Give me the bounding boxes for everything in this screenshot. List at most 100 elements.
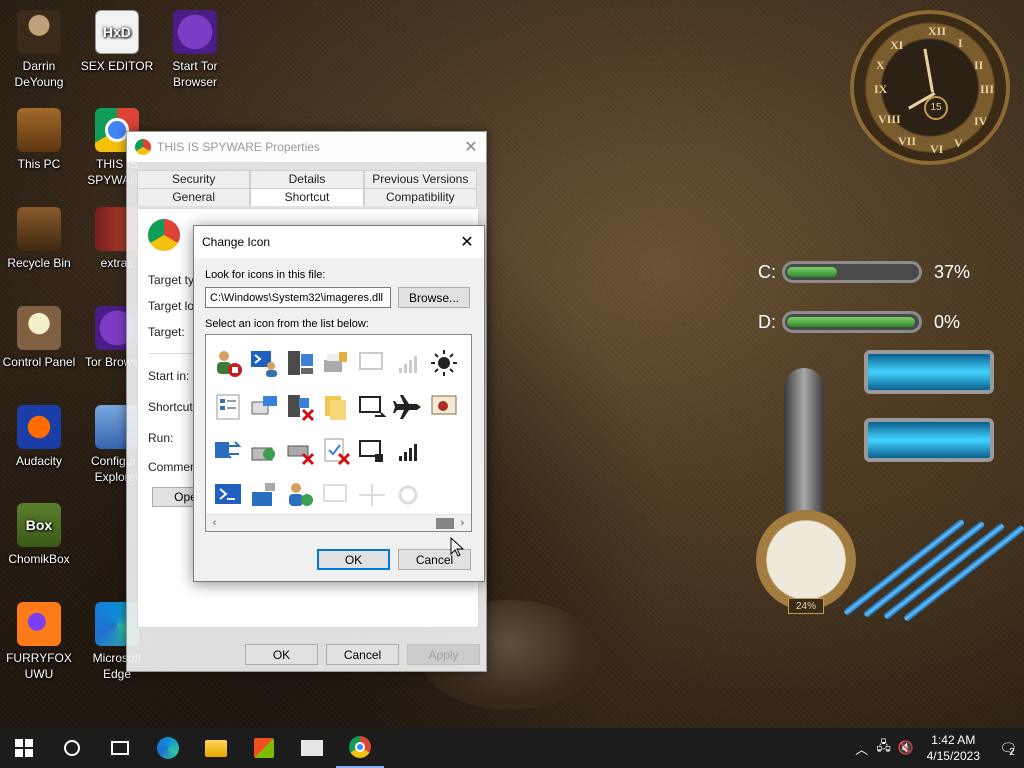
- scrollbar-thumb[interactable]: [436, 518, 454, 529]
- icon-option[interactable]: [246, 385, 282, 429]
- desktop-icon-label: FURRYFOX UWU: [6, 651, 72, 681]
- scroll-right-icon[interactable]: ›: [454, 515, 471, 531]
- icon-option[interactable]: [210, 473, 246, 517]
- desktop-icon-audacity[interactable]: Audacity: [0, 405, 78, 469]
- icon-option[interactable]: [354, 341, 390, 385]
- taskbar-mail[interactable]: [288, 728, 336, 768]
- tor-browser-icon: [173, 10, 217, 54]
- desktop-icon-label: Start Tor Browser: [172, 59, 218, 89]
- desktop-icon-label: Control Panel: [2, 355, 76, 369]
- apply-button[interactable]: Apply: [407, 644, 480, 665]
- icon-option[interactable]: [318, 473, 354, 517]
- icon-option[interactable]: [426, 385, 462, 429]
- icon-option[interactable]: [318, 429, 354, 473]
- icon-option[interactable]: [354, 429, 390, 473]
- tab-details[interactable]: Details: [250, 170, 364, 188]
- icon-option[interactable]: [426, 429, 462, 473]
- desktop-icon-darrin[interactable]: Darrin DeYoung: [0, 10, 78, 90]
- volume-muted-icon[interactable]: 🔇: [895, 740, 917, 756]
- date-text: 4/15/2023: [926, 749, 980, 763]
- desktop-icon-recycle-bin[interactable]: Recycle Bin: [0, 207, 78, 271]
- properties-titlebar[interactable]: THIS IS SPYWARE Properties ✕: [127, 132, 486, 162]
- signal-faded-icon: [399, 356, 417, 373]
- ok-button[interactable]: OK: [317, 549, 390, 570]
- icon-option[interactable]: [318, 385, 354, 429]
- icon-list-scrollbar[interactable]: ‹ ›: [206, 514, 471, 531]
- desktop-icon-hex-editor[interactable]: HxD SEX EDITOR: [78, 10, 156, 74]
- change-icon-titlebar[interactable]: Change Icon ✕: [194, 226, 484, 258]
- start-button[interactable]: [0, 728, 48, 768]
- desktop-icon-this-pc[interactable]: This PC: [0, 108, 78, 172]
- task-view-icon: [111, 741, 129, 755]
- icon-option[interactable]: [390, 341, 426, 385]
- icon-option[interactable]: [246, 429, 282, 473]
- icon-option[interactable]: [282, 473, 318, 517]
- network-icon[interactable]: 🖧: [873, 737, 895, 759]
- desktop-icon-label: This PC: [17, 157, 61, 171]
- icon-option[interactable]: [282, 429, 318, 473]
- taskbar-store[interactable]: [240, 728, 288, 768]
- look-for-icons-label: Look for icons in this file:: [205, 269, 326, 281]
- icon-option[interactable]: [390, 385, 426, 429]
- icon-option[interactable]: [210, 385, 246, 429]
- system-tray: ︿ 🖧 🔇 1:42 AM 4/15/2023 🗨 2: [851, 728, 1024, 768]
- taskbar-file-explorer[interactable]: [192, 728, 240, 768]
- drive-letter: D:: [758, 311, 776, 332]
- icon-option[interactable]: [318, 341, 354, 385]
- browse-button[interactable]: Browse...: [398, 287, 470, 308]
- cancel-button[interactable]: Cancel: [326, 644, 399, 665]
- pc-arrow-icon: [252, 483, 275, 506]
- drive-usage-bar: [782, 261, 922, 283]
- icon-option[interactable]: [426, 473, 462, 517]
- chevron-up-icon[interactable]: ︿: [851, 739, 873, 758]
- icon-option[interactable]: [282, 385, 318, 429]
- clock-minute-hand: [923, 48, 934, 93]
- server-network-icon: [288, 351, 313, 375]
- icon-option[interactable]: [210, 341, 246, 385]
- form-list-icon: [216, 394, 240, 420]
- change-icon-dialog[interactable]: Change Icon ✕ Look for icons in this fil…: [193, 225, 485, 582]
- icon-option[interactable]: [246, 341, 282, 385]
- icon-option[interactable]: [426, 341, 462, 385]
- icon-option[interactable]: [210, 429, 246, 473]
- icon-option[interactable]: [390, 429, 426, 473]
- tab-shortcut[interactable]: Shortcut: [250, 188, 364, 206]
- taskbar-chrome[interactable]: [336, 728, 384, 768]
- target-label: Target:: [148, 325, 185, 339]
- tab-general[interactable]: General: [137, 188, 251, 206]
- scroll-left-icon[interactable]: ‹: [206, 515, 223, 531]
- icon-file-path-input[interactable]: [205, 287, 391, 308]
- taskbar: ︿ 🖧 🔇 1:42 AM 4/15/2023 🗨 2: [0, 728, 1024, 768]
- tab-previous-versions[interactable]: Previous Versions: [363, 170, 477, 188]
- desktop-icon-control-panel[interactable]: Control Panel: [0, 306, 78, 370]
- icon-option[interactable]: [354, 473, 390, 517]
- ok-button[interactable]: OK: [245, 644, 318, 665]
- icon-option[interactable]: [282, 341, 318, 385]
- chrome-icon: [135, 139, 151, 155]
- icon-option[interactable]: [354, 385, 390, 429]
- monitor-network-icon: [215, 441, 242, 459]
- icon-option[interactable]: [390, 473, 426, 517]
- drive-error-icon: [287, 445, 315, 466]
- task-view-button[interactable]: [96, 728, 144, 768]
- close-icon[interactable]: ✕: [456, 137, 486, 157]
- desktop-icon-furryfox[interactable]: FURRYFOX UWU: [0, 602, 78, 682]
- search-icon: [64, 740, 80, 756]
- drive-usage-bar: [782, 311, 922, 333]
- drive-usage-fill: [787, 317, 915, 327]
- check-error-icon: [324, 438, 351, 466]
- windows-logo-icon: [15, 739, 33, 757]
- taskbar-edge[interactable]: [144, 728, 192, 768]
- taskbar-clock[interactable]: 1:42 AM 4/15/2023: [927, 732, 980, 764]
- tab-compatibility[interactable]: Compatibility: [363, 188, 477, 206]
- close-icon[interactable]: ✕: [450, 232, 484, 252]
- tab-security[interactable]: Security: [137, 170, 251, 188]
- desktop-icon-chomikbox[interactable]: Box ChomikBox: [0, 503, 78, 567]
- icon-list[interactable]: ‹ ›: [205, 334, 472, 532]
- search-button[interactable]: [48, 728, 96, 768]
- users-sync-icon: [289, 483, 313, 506]
- hex-editor-icon: HxD: [95, 10, 139, 54]
- desktop-icon-start-tor[interactable]: Start Tor Browser: [156, 10, 234, 90]
- icon-option[interactable]: [246, 473, 282, 517]
- notifications-button[interactable]: 🗨 2: [990, 728, 1024, 768]
